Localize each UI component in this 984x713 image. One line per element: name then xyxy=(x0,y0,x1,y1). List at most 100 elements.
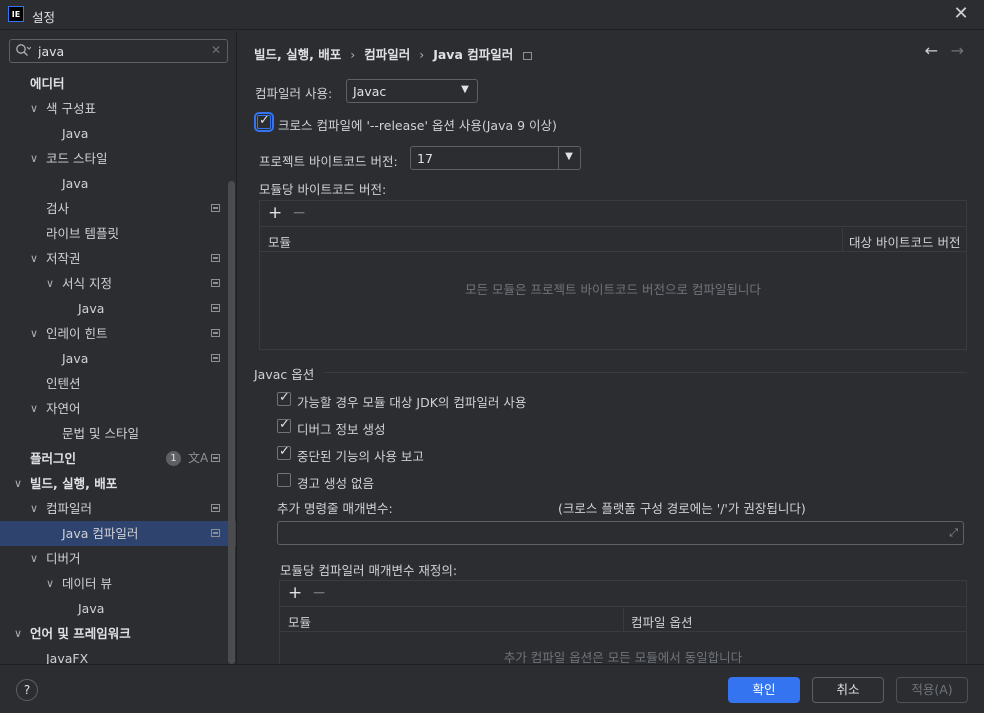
sidebar-item[interactable]: 에디터 xyxy=(0,71,236,96)
sidebar-item-label: JavaFX xyxy=(46,651,89,664)
sidebar-item-label: 인텐션 xyxy=(46,376,81,391)
chevron-down-icon[interactable]: ∨ xyxy=(14,621,26,646)
chevron-down-icon[interactable]: ∨ xyxy=(30,321,42,346)
option-label: 디버그 정보 생성 xyxy=(297,422,386,437)
sidebar-item[interactable]: Java xyxy=(0,596,236,621)
breadcrumb-separator: › xyxy=(419,47,425,62)
option-checkbox-debug-info[interactable] xyxy=(277,417,291,433)
sidebar-item[interactable]: ∨ 인레이 힌트 xyxy=(0,321,236,346)
forward-arrow-icon[interactable]: → xyxy=(951,41,964,60)
add-icon[interactable]: + xyxy=(288,583,302,603)
option-checkbox-deprecation[interactable] xyxy=(277,444,291,460)
search-icon[interactable] xyxy=(15,43,33,59)
sidebar-item[interactable]: Java xyxy=(0,346,236,371)
column-header-options[interactable]: 컴파일 옵션 xyxy=(631,612,692,631)
compiler-select[interactable]: Javac ▼ xyxy=(346,79,478,103)
option-checkbox-no-warnings[interactable] xyxy=(277,473,291,487)
sidebar-item[interactable]: ∨ 빌드, 실행, 배포 xyxy=(0,471,236,496)
bytecode-dropdown-button[interactable]: ▼ xyxy=(558,147,580,169)
cross-compile-label: 크로스 컴파일에 '--release' 옵션 사용(Java 9 이상) xyxy=(278,118,557,133)
chevron-down-icon[interactable]: ∨ xyxy=(30,96,42,121)
column-divider[interactable] xyxy=(842,228,843,252)
params-label: 추가 명령줄 매개변수: xyxy=(277,501,393,516)
chevron-down-icon[interactable]: ∨ xyxy=(30,246,42,271)
project-scope-icon xyxy=(211,529,220,537)
cross-compile-checkbox[interactable] xyxy=(254,112,274,132)
search-box[interactable]: ✕ xyxy=(9,39,228,63)
option-label: 중단된 기능의 사용 보고 xyxy=(297,449,424,464)
expand-icon[interactable]: ⤢ xyxy=(949,526,958,540)
project-scope-icon xyxy=(211,354,220,362)
remove-icon: − xyxy=(292,203,307,223)
sidebar-item-label: 색 구성표 xyxy=(46,101,96,116)
column-divider[interactable] xyxy=(623,608,624,632)
sidebar-item[interactable]: ∨ 저작권 xyxy=(0,246,236,271)
sidebar-item[interactable]: 인텐션 xyxy=(0,371,236,396)
breadcrumb-item[interactable]: 빌드, 실행, 배포 xyxy=(254,47,341,62)
sidebar-item[interactable]: ∨ 데이터 뷰 xyxy=(0,571,236,596)
project-scope-icon xyxy=(211,204,220,212)
breadcrumb: 빌드, 실행, 배포 › 컴파일러 › Java 컴파일러 xyxy=(254,44,533,62)
sidebar-item-label: 검사 xyxy=(46,201,70,216)
chevron-down-icon[interactable]: ∨ xyxy=(30,546,42,571)
sidebar-scrollbar[interactable] xyxy=(228,181,235,664)
back-arrow-icon[interactable]: ← xyxy=(925,41,938,60)
cancel-button[interactable]: 취소 xyxy=(812,677,884,703)
sidebar-item[interactable]: ∨ 색 구성표 xyxy=(0,96,236,121)
column-header-target[interactable]: 대상 바이트코드 버전 xyxy=(849,232,960,251)
sidebar-item[interactable]: ∨ 서식 지정 xyxy=(0,271,236,296)
close-icon[interactable]: ✕ xyxy=(952,5,970,23)
sidebar-item[interactable]: ∨ 자연어 xyxy=(0,396,236,421)
bytecode-version-value[interactable]: 17 xyxy=(417,151,433,166)
sidebar-item-label: 저작권 xyxy=(46,251,81,266)
help-button[interactable]: ? xyxy=(16,679,38,701)
project-scope-icon xyxy=(523,51,533,60)
override-label: 모듈당 컴파일러 매개변수 재정의: xyxy=(280,563,458,578)
option-checkbox-module-jdk[interactable] xyxy=(277,390,291,406)
apply-button[interactable]: 적용(A) xyxy=(896,677,968,703)
sidebar-item[interactable]: ∨ 언어 및 프레임워크 xyxy=(0,621,236,646)
sidebar-item-label: 디버거 xyxy=(46,551,81,566)
sidebar-item[interactable]: ∨ 디버거 xyxy=(0,546,236,571)
window-title: 설정 xyxy=(32,10,56,25)
chevron-down-icon[interactable]: ∨ xyxy=(30,496,42,521)
sidebar-item[interactable]: Java 컴파일러 xyxy=(0,521,236,546)
sidebar-item-label: 문법 및 스타일 xyxy=(62,426,139,441)
chevron-down-icon[interactable]: ∨ xyxy=(46,571,58,596)
option-label: 가능할 경우 모듈 대상 JDK의 컴파일러 사용 xyxy=(297,395,527,410)
sidebar-item[interactable]: 라이브 템플릿 xyxy=(0,221,236,246)
project-scope-icon xyxy=(211,279,220,287)
section-divider xyxy=(324,372,967,373)
breadcrumb-item[interactable]: 컴파일러 xyxy=(364,47,410,62)
sidebar-item[interactable]: 검사 xyxy=(0,196,236,221)
project-scope-icon xyxy=(211,254,220,262)
sidebar-item[interactable]: Java xyxy=(0,296,236,321)
breadcrumb-item-current: Java 컴파일러 xyxy=(433,47,514,62)
sidebar-item[interactable]: 플러그인 1 文A xyxy=(0,446,236,471)
sidebar-item[interactable]: Java xyxy=(0,171,236,196)
sidebar-item[interactable]: 문법 및 스타일 xyxy=(0,421,236,446)
table-toolbar: + − xyxy=(260,201,966,227)
ok-button[interactable]: 확인 xyxy=(728,677,800,703)
translate-icon: 文A xyxy=(188,451,209,465)
sidebar-item[interactable]: ∨ 컴파일러 xyxy=(0,496,236,521)
column-header-module[interactable]: 모듈 xyxy=(288,612,311,631)
sidebar-item[interactable]: Java xyxy=(0,121,236,146)
chevron-down-icon[interactable]: ∨ xyxy=(30,396,42,421)
main-panel: 빌드, 실행, 배포 › 컴파일러 › Java 컴파일러 ← → 컴파일러 사용: J… xyxy=(238,31,984,664)
search-input[interactable] xyxy=(38,43,198,59)
sidebar-item-label: 빌드, 실행, 배포 xyxy=(30,476,118,491)
chevron-down-icon[interactable]: ∨ xyxy=(46,271,58,296)
params-input[interactable]: ⤢ xyxy=(277,521,964,545)
add-icon[interactable]: + xyxy=(268,203,282,223)
bytecode-version-combo[interactable]: 17 ▼ xyxy=(410,146,581,170)
sidebar-item[interactable]: ∨ 코드 스타일 xyxy=(0,146,236,171)
sidebar-item-label: 컴파일러 xyxy=(46,501,93,516)
sidebar-item-label: 플러그인 xyxy=(30,451,77,466)
empty-table-text: 추가 컴파일 옵션은 모든 모듈에서 동일합니다 xyxy=(503,650,743,664)
sidebar-item[interactable]: JavaFX xyxy=(0,646,236,664)
clear-search-icon[interactable]: ✕ xyxy=(211,43,221,57)
chevron-down-icon[interactable]: ∨ xyxy=(14,471,26,496)
chevron-down-icon[interactable]: ∨ xyxy=(30,146,42,171)
column-header-module[interactable]: 모듈 xyxy=(268,232,291,251)
